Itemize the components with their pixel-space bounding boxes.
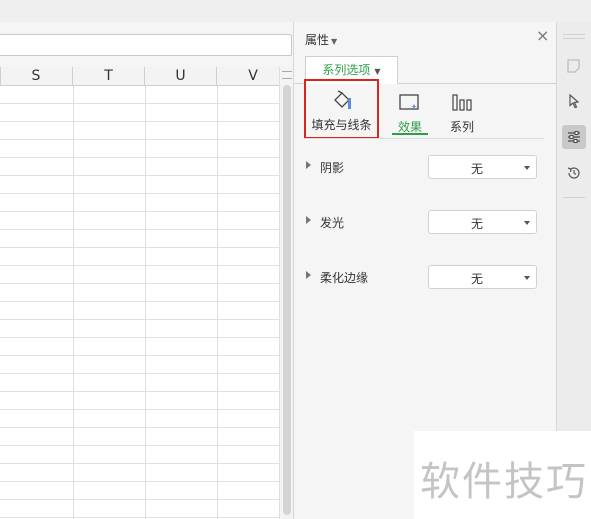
subtab-effect-label: 效果 — [397, 120, 422, 134]
column-header-u[interactable]: U — [145, 67, 217, 86]
chevron-down-icon: ▼ — [331, 37, 338, 46]
soft-edges-select[interactable]: 无 — [428, 265, 537, 289]
subtab-series-label: 系列 — [449, 120, 474, 134]
grid-row-line — [0, 247, 279, 248]
column-header-s[interactable]: S — [0, 67, 73, 86]
chevron-down-icon: ▼ — [374, 67, 381, 76]
chevron-down-icon — [524, 221, 530, 225]
subtab-series[interactable]: 系列 — [444, 92, 480, 135]
chevron-down-icon — [524, 166, 530, 170]
column-header-t[interactable]: T — [73, 67, 145, 86]
expand-arrow-icon[interactable] — [306, 216, 311, 224]
chevron-down-icon — [524, 276, 530, 280]
active-tab-underline — [392, 133, 428, 135]
grid-row-line — [0, 319, 279, 320]
grid-column-line — [73, 86, 74, 519]
top-strip — [0, 0, 591, 22]
subtab-fill-and-line[interactable]: 填充与线条 — [304, 79, 379, 139]
property-shadow: 阴影 无 — [306, 155, 538, 179]
grid-row-line — [0, 301, 279, 302]
watermark-text: 软件技巧 — [420, 459, 588, 505]
spreadsheet-grid[interactable]: S T U V — [0, 67, 279, 519]
subtab-divider — [304, 138, 544, 139]
grid-column-line — [145, 86, 146, 519]
settings-sliders-icon[interactable] — [562, 125, 586, 149]
grid-row-line — [0, 427, 279, 428]
grid-row-line — [0, 391, 279, 392]
scrollbar-thumb[interactable] — [283, 85, 291, 515]
shadow-select[interactable]: 无 — [428, 155, 537, 179]
shape-icon[interactable] — [562, 54, 586, 78]
grid-row-line — [0, 409, 279, 410]
grid-row-line — [0, 481, 279, 482]
panel-title[interactable]: 属性 ▼ — [305, 31, 337, 48]
vertical-scrollbar[interactable] — [279, 67, 293, 519]
grid-row-line — [0, 139, 279, 140]
grid-row-line — [0, 157, 279, 158]
grid-row-line — [0, 499, 279, 500]
grid-row-line — [0, 463, 279, 464]
watermark: 软件技巧 — [414, 431, 591, 519]
rail-divider — [563, 34, 585, 35]
grid-row-line — [0, 211, 279, 212]
grid-row-line — [0, 265, 279, 266]
effect-icon — [392, 92, 428, 114]
subtab-fill-and-line-label: 填充与线条 — [311, 118, 372, 132]
grid-row-line — [0, 193, 279, 194]
grid-row-line — [0, 229, 279, 230]
property-label[interactable]: 柔化边缘 — [320, 269, 368, 286]
grid-row-line — [0, 445, 279, 446]
grid-row-line — [0, 373, 279, 374]
grid-column-line — [217, 86, 218, 519]
cell-area[interactable] — [0, 86, 279, 519]
property-soft-edges: 柔化边缘 无 — [306, 265, 538, 289]
expand-arrow-icon[interactable] — [306, 161, 311, 169]
grid-row-line — [0, 103, 279, 104]
scrollbar-grip-icon[interactable] — [282, 71, 292, 79]
paint-bucket-icon — [306, 90, 377, 112]
tab-series-options-label: 系列选项 — [322, 63, 371, 77]
grid-row-line — [0, 121, 279, 122]
formula-bar-area — [0, 22, 293, 67]
pointer-icon[interactable] — [562, 89, 586, 113]
grid-row-line — [0, 337, 279, 338]
grid-row-line — [0, 517, 279, 518]
column-header-v[interactable]: V — [217, 67, 279, 86]
select-value: 无 — [470, 272, 483, 286]
subtab-effect[interactable]: 效果 — [392, 92, 428, 135]
property-label[interactable]: 阴影 — [320, 159, 344, 176]
formula-input[interactable] — [0, 34, 292, 56]
expand-arrow-icon[interactable] — [306, 271, 311, 279]
property-label[interactable]: 发光 — [320, 214, 344, 231]
select-value: 无 — [470, 217, 483, 231]
panel-title-label: 属性 — [305, 33, 330, 47]
grid-row-line — [0, 175, 279, 176]
glow-select[interactable]: 无 — [428, 210, 537, 234]
property-glow: 发光 无 — [306, 210, 538, 234]
close-icon[interactable]: × — [536, 28, 549, 44]
grid-row-line — [0, 283, 279, 284]
grid-row-line — [0, 355, 279, 356]
bar-chart-icon — [444, 92, 480, 114]
rail-divider — [563, 38, 585, 39]
history-icon[interactable] — [562, 161, 586, 185]
select-value: 无 — [470, 162, 483, 176]
rail-divider — [563, 197, 585, 198]
column-header-row: S T U V — [0, 67, 279, 86]
